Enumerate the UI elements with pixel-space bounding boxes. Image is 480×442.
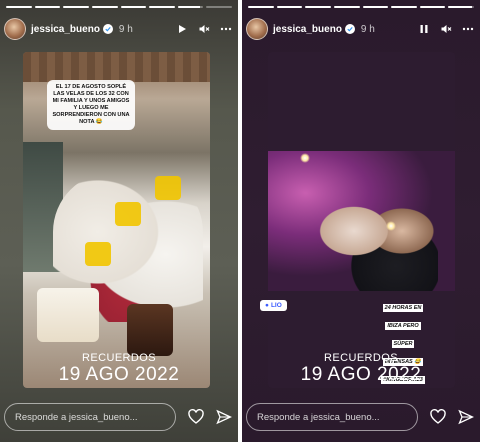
more-options-icon[interactable] <box>220 23 232 35</box>
send-icon[interactable] <box>216 409 232 425</box>
recuerdos-block: RECUERDOS 19 AGO 2022 <box>0 352 238 386</box>
reply-placeholder: Responde a jessica_bueno... <box>257 411 380 423</box>
birthday-cake-chocolate <box>127 304 173 356</box>
location-tag[interactable]: ● LIO <box>260 300 287 311</box>
reply-placeholder: Responde a jessica_bueno... <box>15 411 138 423</box>
mute-icon[interactable] <box>440 23 452 35</box>
story-controls <box>418 23 474 35</box>
story-footer: Responde a jessica_bueno... <box>4 402 232 432</box>
memory-photo <box>268 151 455 291</box>
progress-bars <box>6 6 232 8</box>
pause-icon[interactable] <box>418 23 430 35</box>
recuerdos-label: RECUERDOS <box>324 352 398 364</box>
post-time: 9 h <box>118 23 133 35</box>
recuerdos-label: RECUERDOS <box>82 352 156 364</box>
location-name: LIO <box>270 302 282 309</box>
username[interactable]: jessica_bueno <box>273 24 342 35</box>
username[interactable]: jessica_bueno <box>31 24 100 35</box>
avatar[interactable] <box>246 18 268 40</box>
verified-badge-icon <box>102 24 113 34</box>
blur-sticker <box>115 202 141 226</box>
caption-note: EL 17 DE AGOSTO SOPLÉ LAS VELAS DE LOS 3… <box>47 80 135 130</box>
verified-badge-icon <box>344 24 355 34</box>
send-icon[interactable] <box>458 409 474 425</box>
mute-icon[interactable] <box>198 23 210 35</box>
recuerdos-date: 19 AGO 2022 <box>58 364 180 385</box>
story-controls <box>176 23 232 35</box>
sticker-line: SÚPER <box>391 340 415 348</box>
sticker-line: 24 HORAS EN <box>382 304 424 312</box>
reply-input[interactable]: Responde a jessica_bueno... <box>4 403 176 431</box>
birthday-cake-white <box>37 288 99 342</box>
play-icon[interactable] <box>176 23 188 35</box>
story-header: jessica_bueno 9 h <box>4 18 232 40</box>
avatar[interactable] <box>4 18 26 40</box>
location-pin-icon: ● <box>265 302 269 309</box>
sticker-line: IBIZA PERO <box>385 322 421 330</box>
heart-icon[interactable] <box>188 409 204 425</box>
story-panel-2[interactable]: jessica_bueno 9 h ● LIO 24 HORAS EN IBIZ… <box>242 0 480 442</box>
stories-viewer: jessica_bueno 9 h EL 17 DE AGOSTO SOPLÉ … <box>0 0 480 442</box>
post-time: 9 h <box>360 23 375 35</box>
recuerdos-block: RECUERDOS 19 AGO 2022 <box>242 352 480 386</box>
more-options-icon[interactable] <box>462 23 474 35</box>
memory-photo: EL 17 DE AGOSTO SOPLÉ LAS VELAS DE LOS 3… <box>23 52 210 388</box>
story-header: jessica_bueno 9 h <box>246 18 474 40</box>
story-panel-1[interactable]: jessica_bueno 9 h EL 17 DE AGOSTO SOPLÉ … <box>0 0 238 442</box>
progress-bars <box>248 6 474 8</box>
blur-sticker <box>155 176 181 200</box>
reply-input[interactable]: Responde a jessica_bueno... <box>246 403 418 431</box>
story-footer: Responde a jessica_bueno... <box>246 402 474 432</box>
blur-sticker <box>85 242 111 266</box>
recuerdos-date: 19 AGO 2022 <box>300 364 422 385</box>
heart-icon[interactable] <box>430 409 446 425</box>
